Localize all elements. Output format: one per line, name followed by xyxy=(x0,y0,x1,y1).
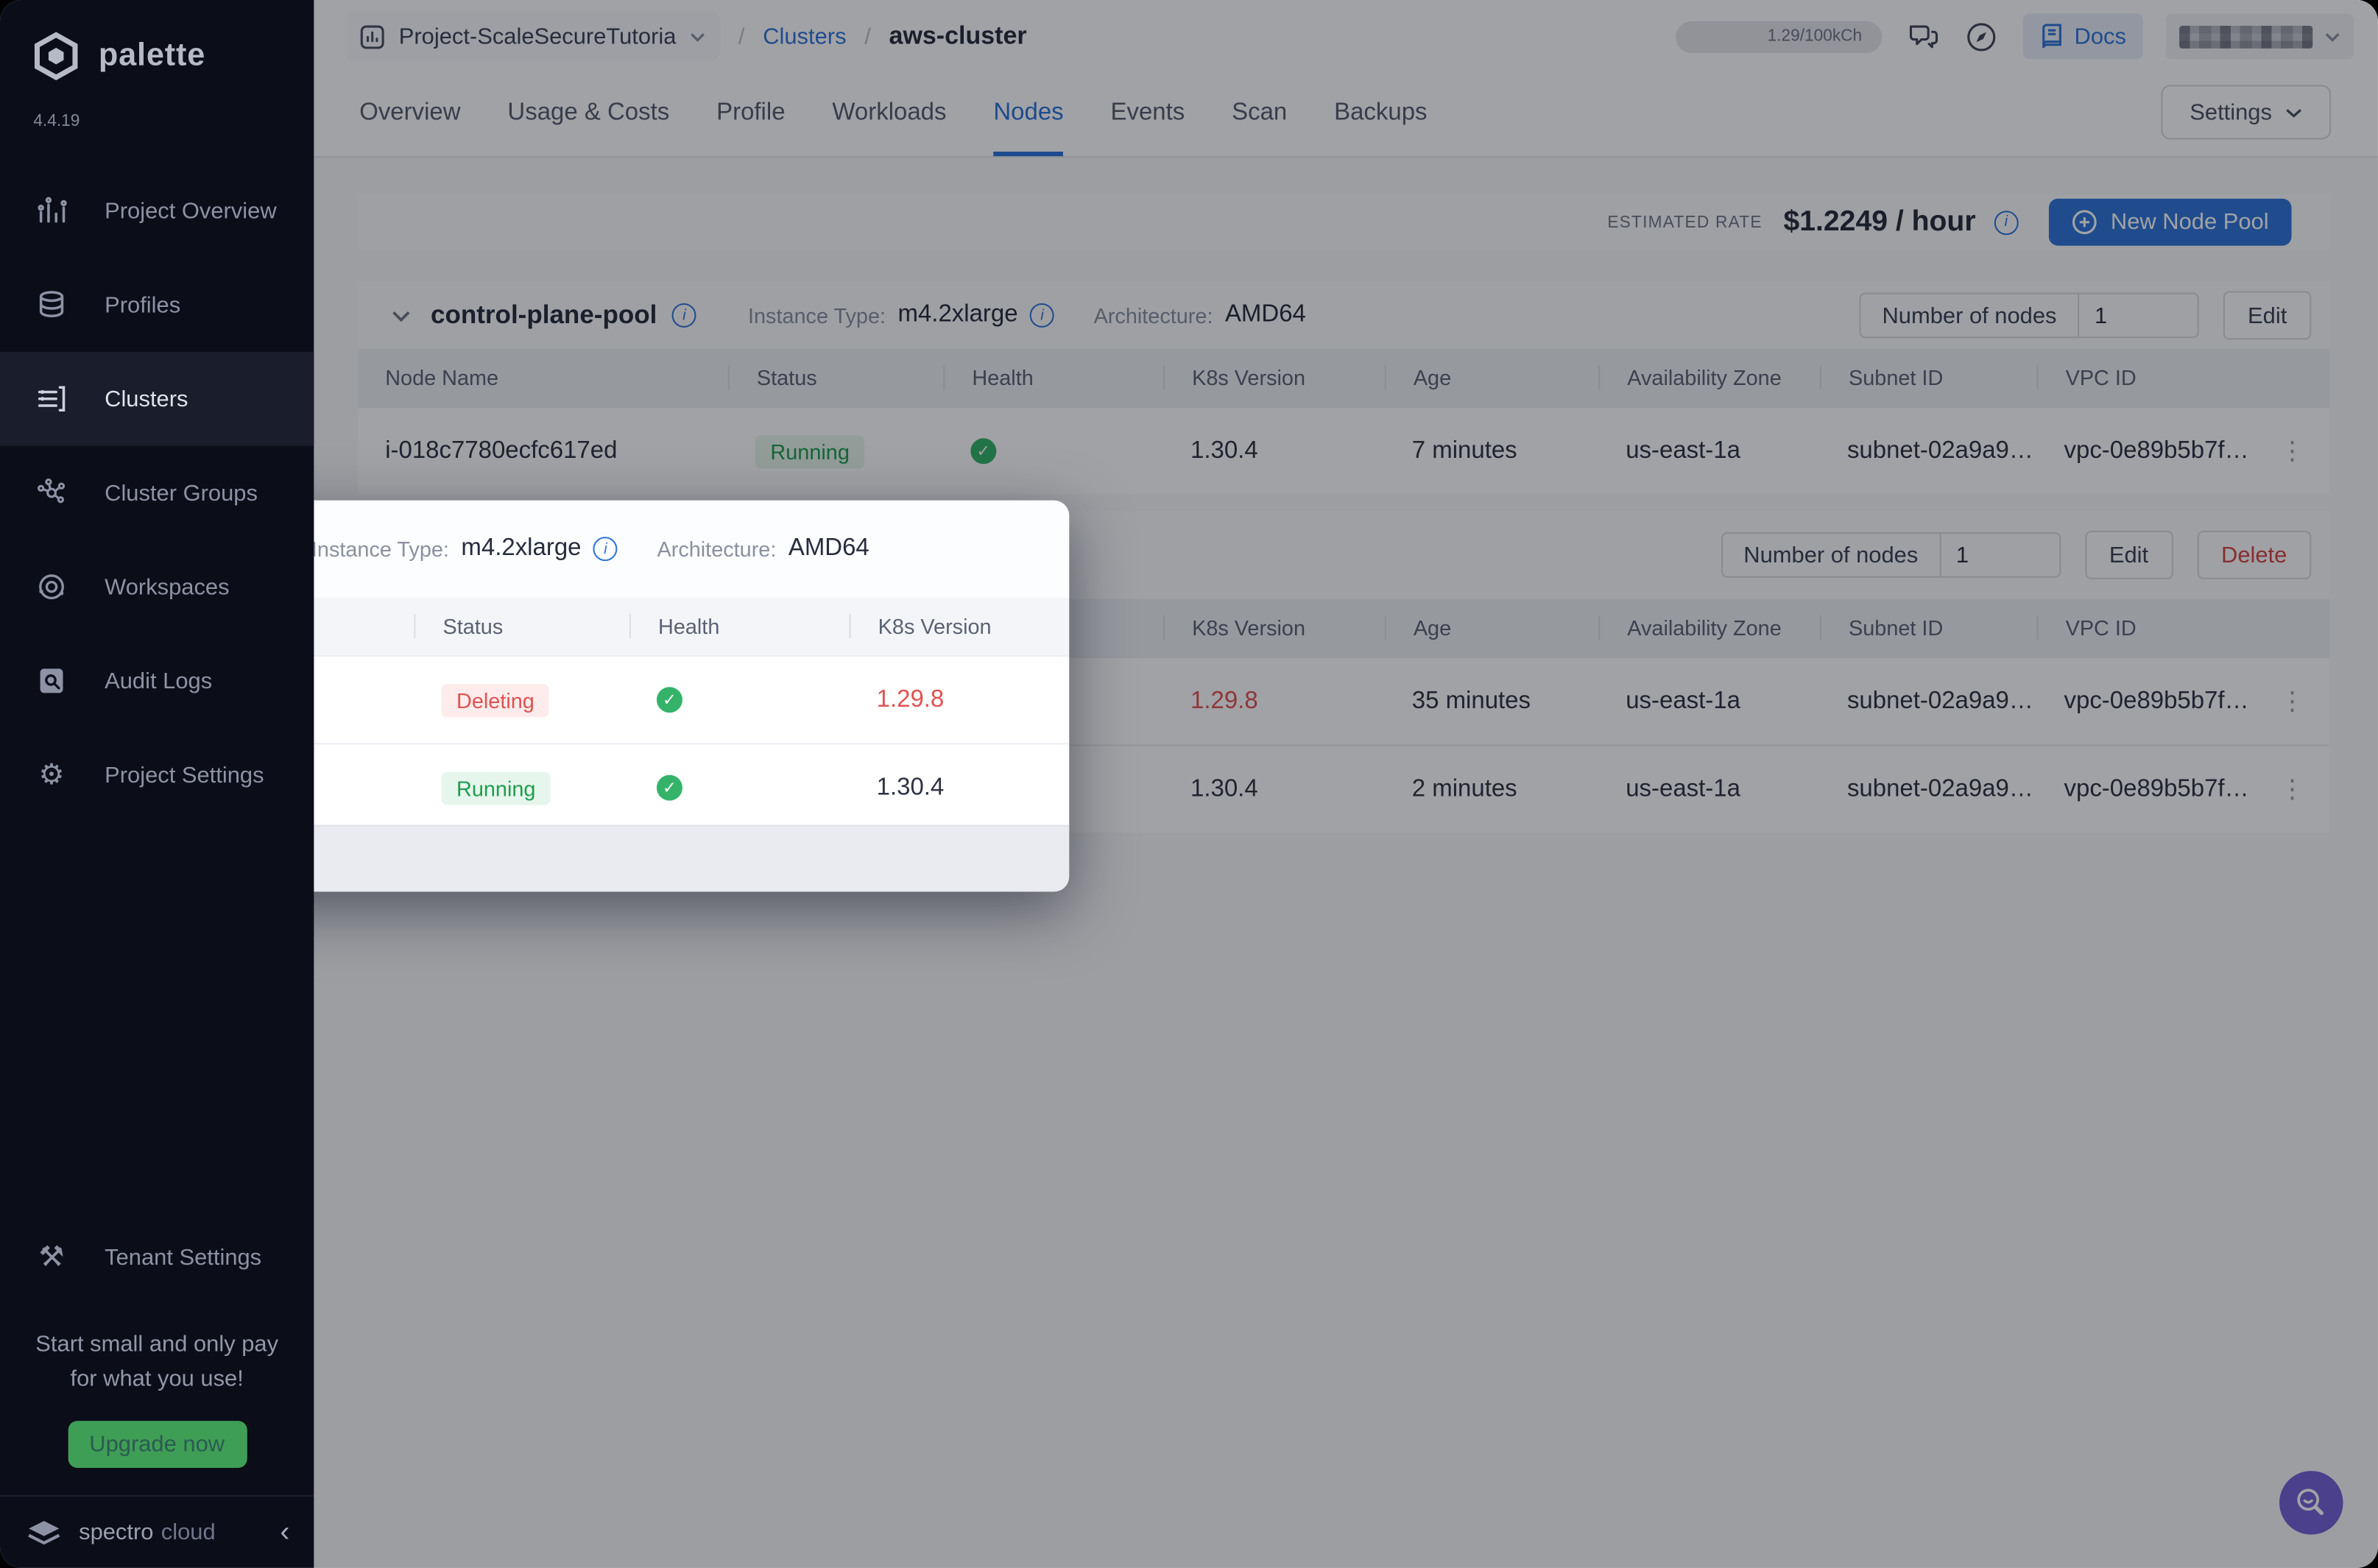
instance-type-value: m4.2xlarge xyxy=(461,535,581,562)
app-version: 4.4.19 xyxy=(0,82,314,130)
brand-primary: spectro xyxy=(79,1519,153,1545)
clusters-icon xyxy=(35,382,68,415)
brand-secondary: cloud xyxy=(161,1519,216,1545)
sidebar-item-project-overview[interactable]: Project Overview xyxy=(0,163,314,258)
instance-type-label: Instance Type: xyxy=(311,537,449,561)
app-window: palette 4.4.19 Project Overview Profiles xyxy=(0,0,2378,1568)
tools-icon: ⚒ xyxy=(35,1241,68,1274)
palette-logo-icon xyxy=(30,30,82,82)
sidebar-item-clusters[interactable]: Clusters xyxy=(0,352,314,446)
spectro-cloud-logo-icon xyxy=(24,1514,64,1550)
status-cell: Running xyxy=(414,771,629,804)
sidebar-item-label: Cluster Groups xyxy=(105,480,258,506)
status-cell: Deleting xyxy=(414,683,629,716)
architecture-label: Architecture: xyxy=(657,537,776,561)
status-badge: Running xyxy=(441,771,551,804)
column-health: Health xyxy=(629,614,850,638)
chart-icon xyxy=(35,194,68,227)
sidebar-item-label: Tenant Settings xyxy=(105,1245,261,1271)
sidebar-item-project-settings[interactable]: ⚙ Project Settings xyxy=(0,728,314,822)
sidebar-item-label: Audit Logs xyxy=(105,668,212,693)
column-k8s-version: K8s Version xyxy=(850,614,1070,638)
audit-log-icon xyxy=(35,664,68,697)
k8s-version: 1.30.4 xyxy=(850,774,1070,802)
column-status: Status xyxy=(414,614,629,638)
sidebar-footer: spectro cloud ‹ xyxy=(0,1495,314,1568)
sidebar-item-profiles[interactable]: Profiles xyxy=(0,258,314,352)
sidebar-item-cluster-groups[interactable]: Cluster Groups xyxy=(0,446,314,540)
orbit-icon xyxy=(35,571,68,604)
sidebar-item-workspaces[interactable]: Workspaces xyxy=(0,540,314,634)
sidebar-item-label: Project Settings xyxy=(105,762,264,788)
sidebar-item-audit-logs[interactable]: Audit Logs xyxy=(0,634,314,728)
layers-icon xyxy=(35,288,68,321)
sidebar-bottom: ⚒ Tenant Settings Start small and only p… xyxy=(0,1211,314,1568)
info-icon[interactable]: i xyxy=(593,537,618,561)
desktop-background: palette 4.4.19 Project Overview Profiles xyxy=(0,0,2378,1568)
sidebar-item-tenant-settings[interactable]: ⚒ Tenant Settings xyxy=(0,1211,314,1305)
k8s-version: 1.29.8 xyxy=(850,686,1070,713)
app-name: palette xyxy=(99,38,205,74)
health-cell: ✓ xyxy=(629,687,850,713)
sidebar-item-label: Clusters xyxy=(105,386,188,412)
architecture-value: AMD64 xyxy=(788,535,869,562)
sidebar-item-label: Project Overview xyxy=(105,198,277,224)
sidebar-nav: Project Overview Profiles Clusters xyxy=(0,163,314,822)
upgrade-now-button[interactable]: Upgrade now xyxy=(68,1421,247,1468)
upgrade-promo-text: Start small and only pay for what you us… xyxy=(15,1326,299,1396)
status-badge: Deleting xyxy=(441,683,549,716)
sidebar-item-label: Profiles xyxy=(105,292,180,318)
network-icon xyxy=(35,476,68,509)
collapse-sidebar-icon[interactable]: ‹ xyxy=(280,1518,289,1547)
brand-logo: palette xyxy=(0,0,314,82)
sidebar: palette 4.4.19 Project Overview Profiles xyxy=(0,0,314,1568)
gear-icon: ⚙ xyxy=(35,758,68,791)
sidebar-item-label: Workspaces xyxy=(105,574,229,600)
health-cell: ✓ xyxy=(629,775,850,801)
health-check-icon: ✓ xyxy=(657,775,682,801)
health-check-icon: ✓ xyxy=(657,687,682,713)
